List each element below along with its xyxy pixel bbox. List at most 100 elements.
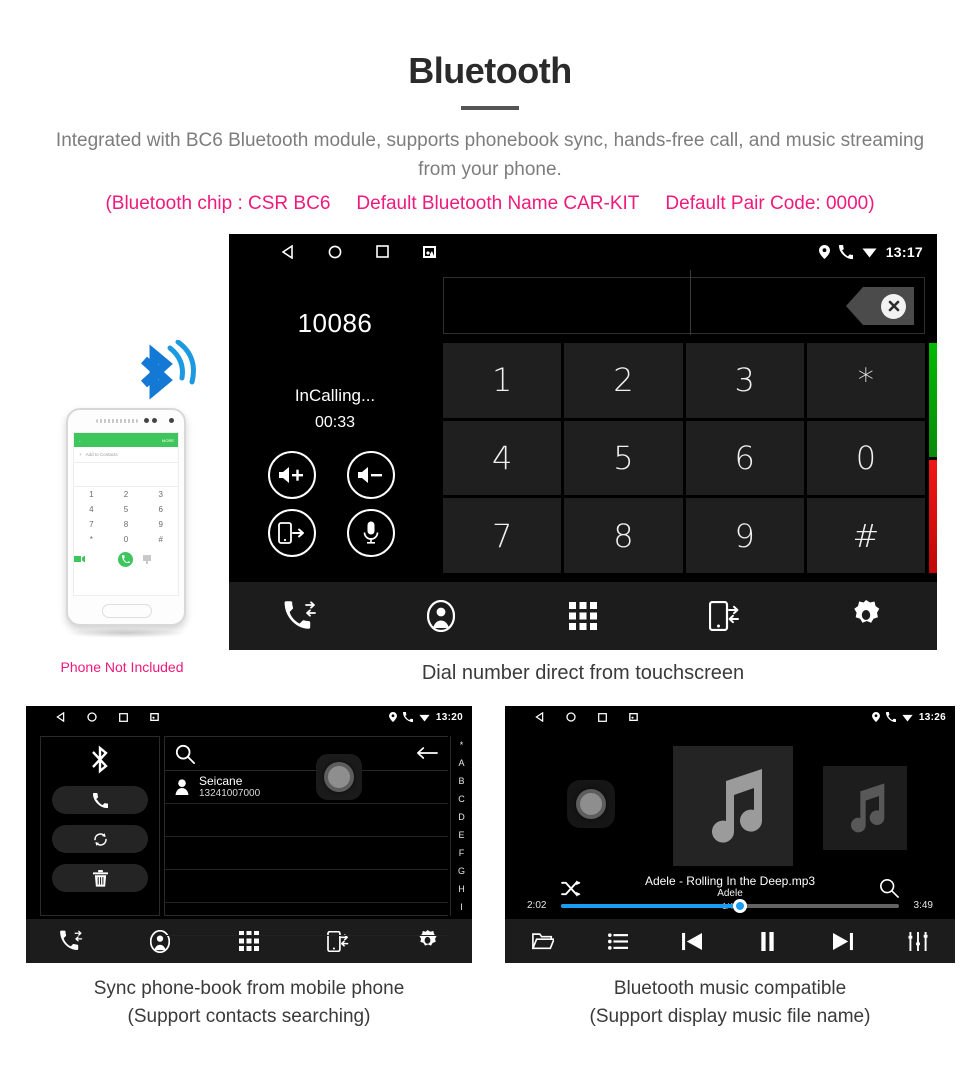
sync-device-tab[interactable] [654,601,796,631]
screenshot-icon[interactable] [423,245,436,258]
number-entry-field[interactable] [443,270,925,335]
phonebook-caption-line1: Sync phone-book from mobile phone [93,978,405,999]
key-8[interactable]: 8 [564,498,683,573]
index-letter[interactable]: H [458,884,465,894]
previous-button[interactable] [655,932,730,951]
progress-fill [561,903,741,908]
home-icon[interactable] [328,245,342,259]
next-icon [832,932,853,951]
back-icon[interactable] [281,244,294,259]
key-7[interactable]: 7 [443,498,562,573]
index-letter[interactable]: E [458,830,464,840]
dialpad-tab[interactable] [512,602,654,630]
wifi-icon [862,246,877,258]
index-letter[interactable]: C [458,794,465,804]
status-time: 13:20 [435,711,463,723]
music-caption: Bluetooth music compatible (Support disp… [505,975,955,1031]
screenshot-icon[interactable] [150,713,159,721]
phone-key: 0 [123,535,129,544]
key-6[interactable]: 6 [685,420,804,496]
recents-icon[interactable] [119,712,128,722]
index-letter[interactable]: B [458,776,464,786]
recents-icon[interactable] [598,712,607,722]
phone-icon [92,792,108,808]
key-9[interactable]: 9 [685,498,804,573]
index-letter[interactable]: I [460,902,463,912]
music-screenshot: 13:26 Adele - Rolling In the Deep.mp3 Ad… [505,706,955,963]
call-log-tab[interactable] [229,601,371,631]
speaker-minus-icon [357,466,384,484]
transfer-to-phone-button[interactable] [267,509,316,557]
pause-button[interactable] [730,931,805,951]
avatar [175,779,189,795]
back-icon[interactable] [56,712,65,722]
elapsed-time: 2:02 [527,900,547,911]
bluetooth-icon [89,745,111,775]
key-5[interactable]: 5 [564,420,683,496]
floating-home-button[interactable] [567,780,615,828]
phone-key: 7 [89,520,94,529]
delete-contacts-button[interactable] [52,864,148,892]
phone-icon [838,244,853,259]
index-letter[interactable]: G [458,866,465,876]
call-log-tab[interactable] [26,930,115,952]
key-hash[interactable]: # [806,498,925,573]
settings-tab[interactable] [795,600,937,632]
progress-handle[interactable] [733,898,748,913]
key-4[interactable]: 4 [443,420,562,496]
music-caption-line2: (Support display music file name) [589,1006,871,1027]
home-icon[interactable] [87,712,97,722]
floating-home-button[interactable] [316,754,362,800]
dialpad-icon [568,602,597,630]
index-letter[interactable]: F [459,848,465,858]
volume-down-button[interactable] [346,451,395,499]
equalizer-button[interactable] [880,931,955,951]
bluetooth-wave-icon [126,340,196,402]
key-2[interactable]: 2 [564,343,683,418]
page-description: Integrated with BC6 Bluetooth module, su… [55,130,925,180]
music-note-icon [851,783,885,833]
end-call-button[interactable] [929,459,937,573]
contact-search-bar[interactable] [165,737,448,771]
dialpad: 1 2 3 * 4 5 6 0 7 8 9 # [443,343,925,573]
key-0[interactable]: 0 [806,420,925,496]
music-note-icon [712,769,763,843]
mute-button[interactable] [346,509,395,557]
playlist-button[interactable] [580,932,655,950]
contact-row[interactable]: Seicane 13241007000 [165,771,448,804]
status-icons: 13:20 [388,706,463,728]
call-action-column [929,343,937,573]
music-navbar [505,919,955,963]
index-letter[interactable]: * [460,740,464,750]
answer-call-button[interactable] [929,343,937,457]
screenshot-icon[interactable] [629,713,638,721]
key-star[interactable]: * [806,343,925,418]
spec-line: (Bluetooth chip : CSR BC6 Default Bluetoo… [0,190,980,218]
folder-button[interactable] [505,932,580,950]
volume-up-button[interactable] [267,451,316,499]
call-log-icon [283,601,317,631]
speaker-plus-icon [278,466,305,484]
folder-icon [531,932,554,950]
recents-icon[interactable] [376,245,389,258]
key-3[interactable]: 3 [685,343,804,418]
progress-slider[interactable] [561,898,899,913]
android-nav-icons [281,244,436,259]
dialer-screenshot: 13:17 10086 InCalling... 00:33 1 2 3 * 4… [229,234,937,650]
back-arrow-button[interactable] [416,746,438,760]
sync-contacts-button[interactable] [52,825,148,853]
index-letter[interactable]: A [458,758,464,768]
search-icon [175,744,195,764]
trash-icon [92,869,108,887]
dial-button[interactable] [52,786,148,814]
index-letter[interactable]: D [458,812,465,822]
contacts-tab[interactable] [371,600,513,632]
alphabet-index[interactable]: * A B C D E F G H I [450,736,472,916]
backspace-button[interactable] [846,287,914,325]
home-icon[interactable] [566,712,576,722]
next-button[interactable] [805,932,880,951]
call-info-panel: 10086 InCalling... 00:33 [229,269,441,582]
key-1[interactable]: 1 [443,343,562,418]
back-icon[interactable] [535,712,544,722]
phone-not-included-caption: Phone Not Included [60,659,184,675]
